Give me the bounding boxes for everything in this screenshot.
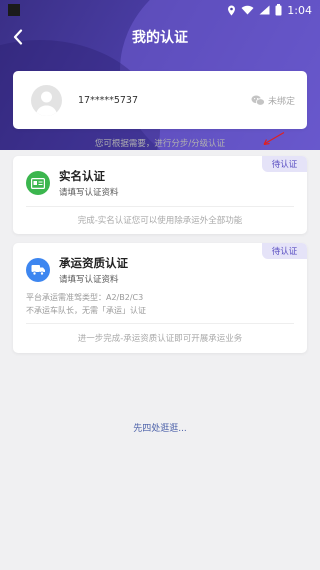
wifi-icon [241,5,254,15]
location-icon [228,5,236,15]
cert-title: 实名认证 [59,169,105,183]
wechat-icon [251,95,265,106]
wechat-bind-button[interactable]: 未绑定 [251,94,295,107]
status-bar: 1:04 [0,0,320,20]
cert-subtitle: 请填写认证资料 [59,188,119,198]
truck-icon [26,258,50,282]
carrier-cert-card[interactable]: 待认证 承运资质认证 请填写认证资料 平台承运需准驾类型：A2/B2/C3 不承… [13,243,307,353]
real-name-cert-card[interactable]: 待认证 实名认证 请填写认证资料 完成-实名认证您可以使用除承运外全部功能 [13,156,307,234]
notification-icon [8,4,20,16]
user-icon [36,91,57,116]
divider [26,323,294,324]
signal-icon [259,5,270,15]
cert-footer: 完成-实名认证您可以使用除承运外全部功能 [77,216,243,226]
title-bar: 我的认证 [0,20,320,54]
page-title: 我的认证 [132,30,188,46]
clock: 1:04 [287,3,312,17]
wechat-status: 未绑定 [267,96,295,107]
phone-number: 17*****5737 [78,94,139,106]
id-card-icon [26,171,50,195]
status-badge: 待认证 [262,156,307,172]
fleet-note: 不承运车队长，无需「承运」认证 [26,306,146,315]
cert-subtitle: 请填写认证资料 [59,275,119,285]
chevron-left-icon [13,29,23,45]
divider [26,206,294,207]
browse-first-link[interactable]: 先四处逛逛... [0,421,320,434]
user-card: 17*****5737 未绑定 [13,71,307,129]
battery-icon [275,4,282,16]
back-button[interactable] [6,25,30,49]
status-badge: 待认证 [262,243,307,259]
cert-title: 承运资质认证 [59,256,128,270]
red-arrow-icon [263,131,285,145]
cert-footer: 进一步完成-承运资质认证即可开展承运业务 [77,334,243,344]
license-requirement: 平台承运需准驾类型：A2/B2/C3 [26,293,144,302]
avatar [31,84,62,116]
